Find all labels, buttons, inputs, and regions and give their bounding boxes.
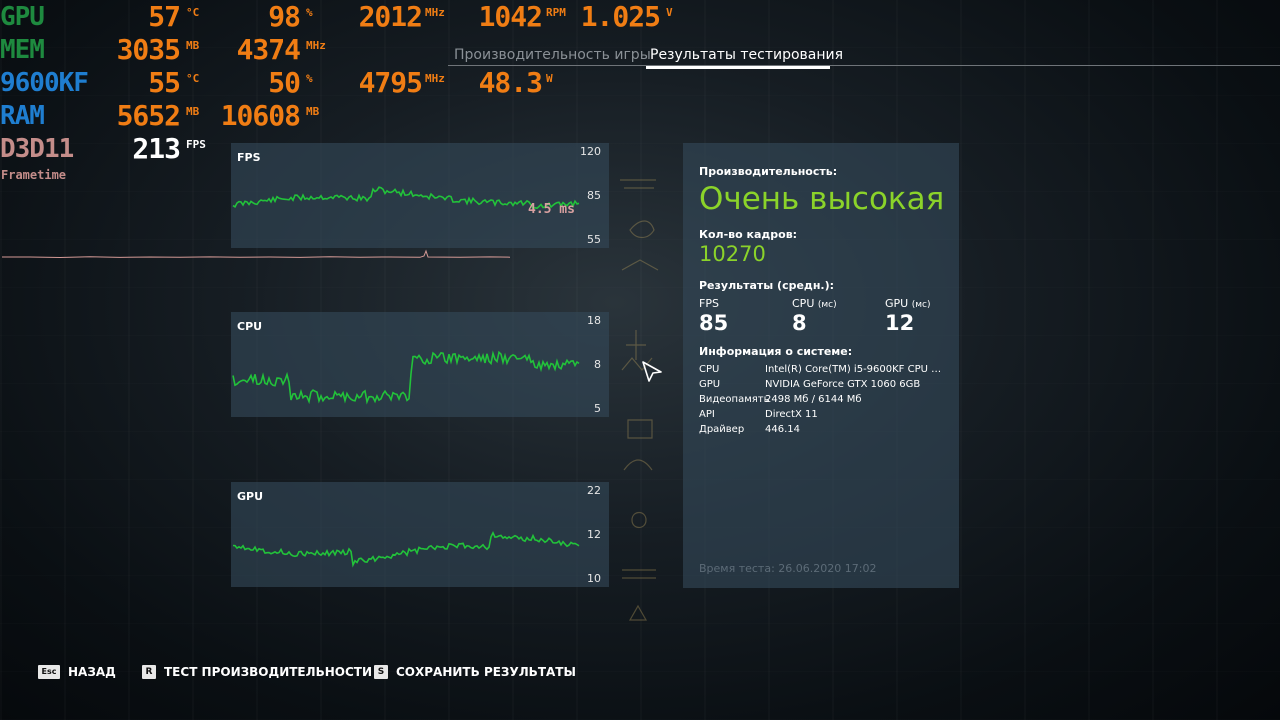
osd-frametime-value: 4.5 ms	[528, 202, 575, 217]
sysinfo-value: 446.14	[765, 424, 800, 435]
osd-cpu-power: 48.3	[478, 66, 543, 99]
back-button[interactable]: Esc НАЗАД	[38, 664, 116, 680]
osd-cpu-row: 9600KF 55 °C 50 % 4795 MHz 48.3 W	[0, 66, 700, 102]
cpu-graph-line	[232, 350, 580, 405]
cpu-graph-tick-mid: 8	[594, 358, 601, 371]
avg-fps: FPS 85	[699, 297, 728, 335]
osd-gpu-load-unit: %	[306, 6, 313, 19]
sysinfo-label: Информация о системе:	[699, 345, 853, 358]
osd-mem-used-unit: MB	[186, 39, 200, 52]
sysinfo-key: GPU	[699, 379, 721, 390]
osd-mem-clock-unit: MHz	[306, 39, 326, 52]
avg-cpu-unit: (мс)	[817, 300, 837, 310]
save-results-button-label: СОХРАНИТЬ РЕЗУЛЬТАТЫ	[396, 665, 576, 679]
tab-divider	[448, 65, 1280, 66]
performance-test-button[interactable]: R ТЕСТ ПРОИЗВОДИТЕЛЬНОСТИ	[142, 664, 372, 680]
r-key-icon: R	[142, 665, 156, 679]
hieroglyph-column-decoration	[620, 179, 659, 621]
osd-cpu-load: 50	[268, 66, 301, 99]
avg-fps-name: FPS	[699, 297, 719, 310]
gpu-graph: GPU 22 12 10	[231, 482, 609, 587]
sysinfo-key: Драйвер	[699, 424, 745, 435]
osd-api-label: D3D11	[0, 134, 74, 164]
osd-cpu-power-unit: W	[546, 72, 553, 85]
osd-fps-unit: FPS	[186, 138, 206, 151]
gpu-graph-line	[232, 530, 580, 568]
osd-cpu-label: 9600KF	[0, 68, 89, 98]
osd-cpu-clock: 4795	[358, 66, 423, 99]
cpu-graph-tick-max: 18	[587, 314, 601, 327]
avg-cpu-name: CPU	[792, 297, 815, 310]
avg-gpu: GPU (мс) 12	[885, 297, 930, 335]
osd-ram-label: RAM	[0, 101, 45, 131]
osd-ram-used-unit: MB	[186, 105, 200, 118]
back-button-label: НАЗАД	[68, 665, 116, 679]
sysinfo-key: API	[699, 409, 715, 420]
avg-cpu: CPU (мс) 8	[792, 297, 837, 335]
results-panel: Производительность: Очень высокая Кол-во…	[683, 143, 959, 588]
performance-value: Очень высокая	[699, 181, 945, 217]
osd-gpu-temp: 57	[148, 0, 181, 33]
sysinfo-value: NVIDIA GeForce GTX 1060 6GB	[765, 379, 921, 390]
test-time: Время теста: 26.06.2020 17:02	[699, 562, 877, 575]
avg-gpu-name: GPU	[885, 297, 909, 310]
frametime-plot	[2, 249, 511, 259]
osd-gpu-voltage: 1.025	[580, 0, 661, 33]
osd-mem-clock: 4374	[236, 33, 301, 66]
active-tab-indicator	[646, 66, 830, 69]
avg-gpu-unit: (мс)	[911, 300, 931, 310]
osd-cpu-temp: 55	[148, 66, 181, 99]
osd-cpu-temp-unit: °C	[186, 72, 200, 85]
sysinfo-key: CPU	[699, 364, 720, 375]
osd-gpu-label: GPU	[0, 2, 45, 32]
sysinfo-value: DirectX 11	[765, 409, 818, 420]
osd-gpu-clock: 2012	[358, 0, 423, 33]
gpu-graph-tick-mid: 12	[587, 528, 601, 541]
osd-gpu-load: 98	[268, 0, 301, 33]
esc-key-icon: Esc	[38, 665, 60, 679]
avg-results-label: Результаты (средн.):	[699, 279, 835, 292]
save-results-button[interactable]: S СОХРАНИТЬ РЕЗУЛЬТАТЫ	[374, 664, 576, 680]
tab-test-results[interactable]: Результаты тестирования	[650, 47, 843, 63]
osd-ram-row: RAM 5652 MB 10608 MB	[0, 99, 700, 135]
osd-gpu-voltage-unit: V	[666, 6, 673, 19]
sysinfo-key: Видеопамять	[699, 394, 770, 405]
osd-mem-used: 3035	[116, 33, 181, 66]
fps-graph-tick-mid: 85	[587, 189, 601, 202]
s-key-icon: S	[374, 665, 388, 679]
performance-label: Производительность:	[699, 165, 838, 178]
osd-gpu-fan-unit: RPM	[546, 6, 566, 19]
gpu-graph-tick-max: 22	[587, 484, 601, 497]
osd-frametime-label: Frametime	[1, 168, 67, 182]
osd-cpu-clock-unit: MHz	[425, 72, 445, 85]
cpu-graph-tick-min: 5	[594, 402, 601, 415]
avg-cpu-value: 8	[792, 311, 807, 335]
avg-gpu-value: 12	[885, 311, 915, 335]
mouse-cursor-icon	[642, 361, 662, 382]
osd-ram-total: 10608	[220, 99, 301, 132]
cpu-graph: CPU 18 8 5	[231, 312, 609, 417]
osd-fps-value: 213	[132, 132, 181, 165]
fps-graph-tick-min: 55	[587, 233, 601, 246]
frames-value: 10270	[699, 242, 766, 266]
performance-test-button-label: ТЕСТ ПРОИЗВОДИТЕЛЬНОСТИ	[164, 665, 373, 679]
osd-gpu-fan: 1042	[478, 0, 543, 33]
osd-cpu-load-unit: %	[306, 72, 313, 85]
gpu-graph-tick-min: 10	[587, 572, 601, 585]
osd-ram-total-unit: MB	[306, 105, 320, 118]
tab-game-performance[interactable]: Производительность игры	[454, 47, 651, 63]
osd-gpu-temp-unit: °C	[186, 6, 200, 19]
avg-fps-value: 85	[699, 311, 729, 335]
fps-graph: FPS 120 85 55	[231, 143, 609, 248]
osd-mem-label: MEM	[0, 35, 45, 65]
fps-graph-tick-max: 120	[580, 145, 601, 158]
osd-gpu-row: GPU 57 °C 98 % 2012 MHz 1042 RPM 1.025 V	[0, 0, 700, 36]
frames-label: Кол-во кадров:	[699, 228, 798, 241]
fps-graph-line	[232, 186, 580, 210]
sysinfo-value: Intel(R) Core(TM) i5-9600KF CPU @ 3...	[765, 364, 949, 375]
osd-gpu-clock-unit: MHz	[425, 6, 445, 19]
sysinfo-value: 2498 Мб / 6144 Мб	[765, 394, 862, 405]
osd-ram-used: 5652	[116, 99, 181, 132]
